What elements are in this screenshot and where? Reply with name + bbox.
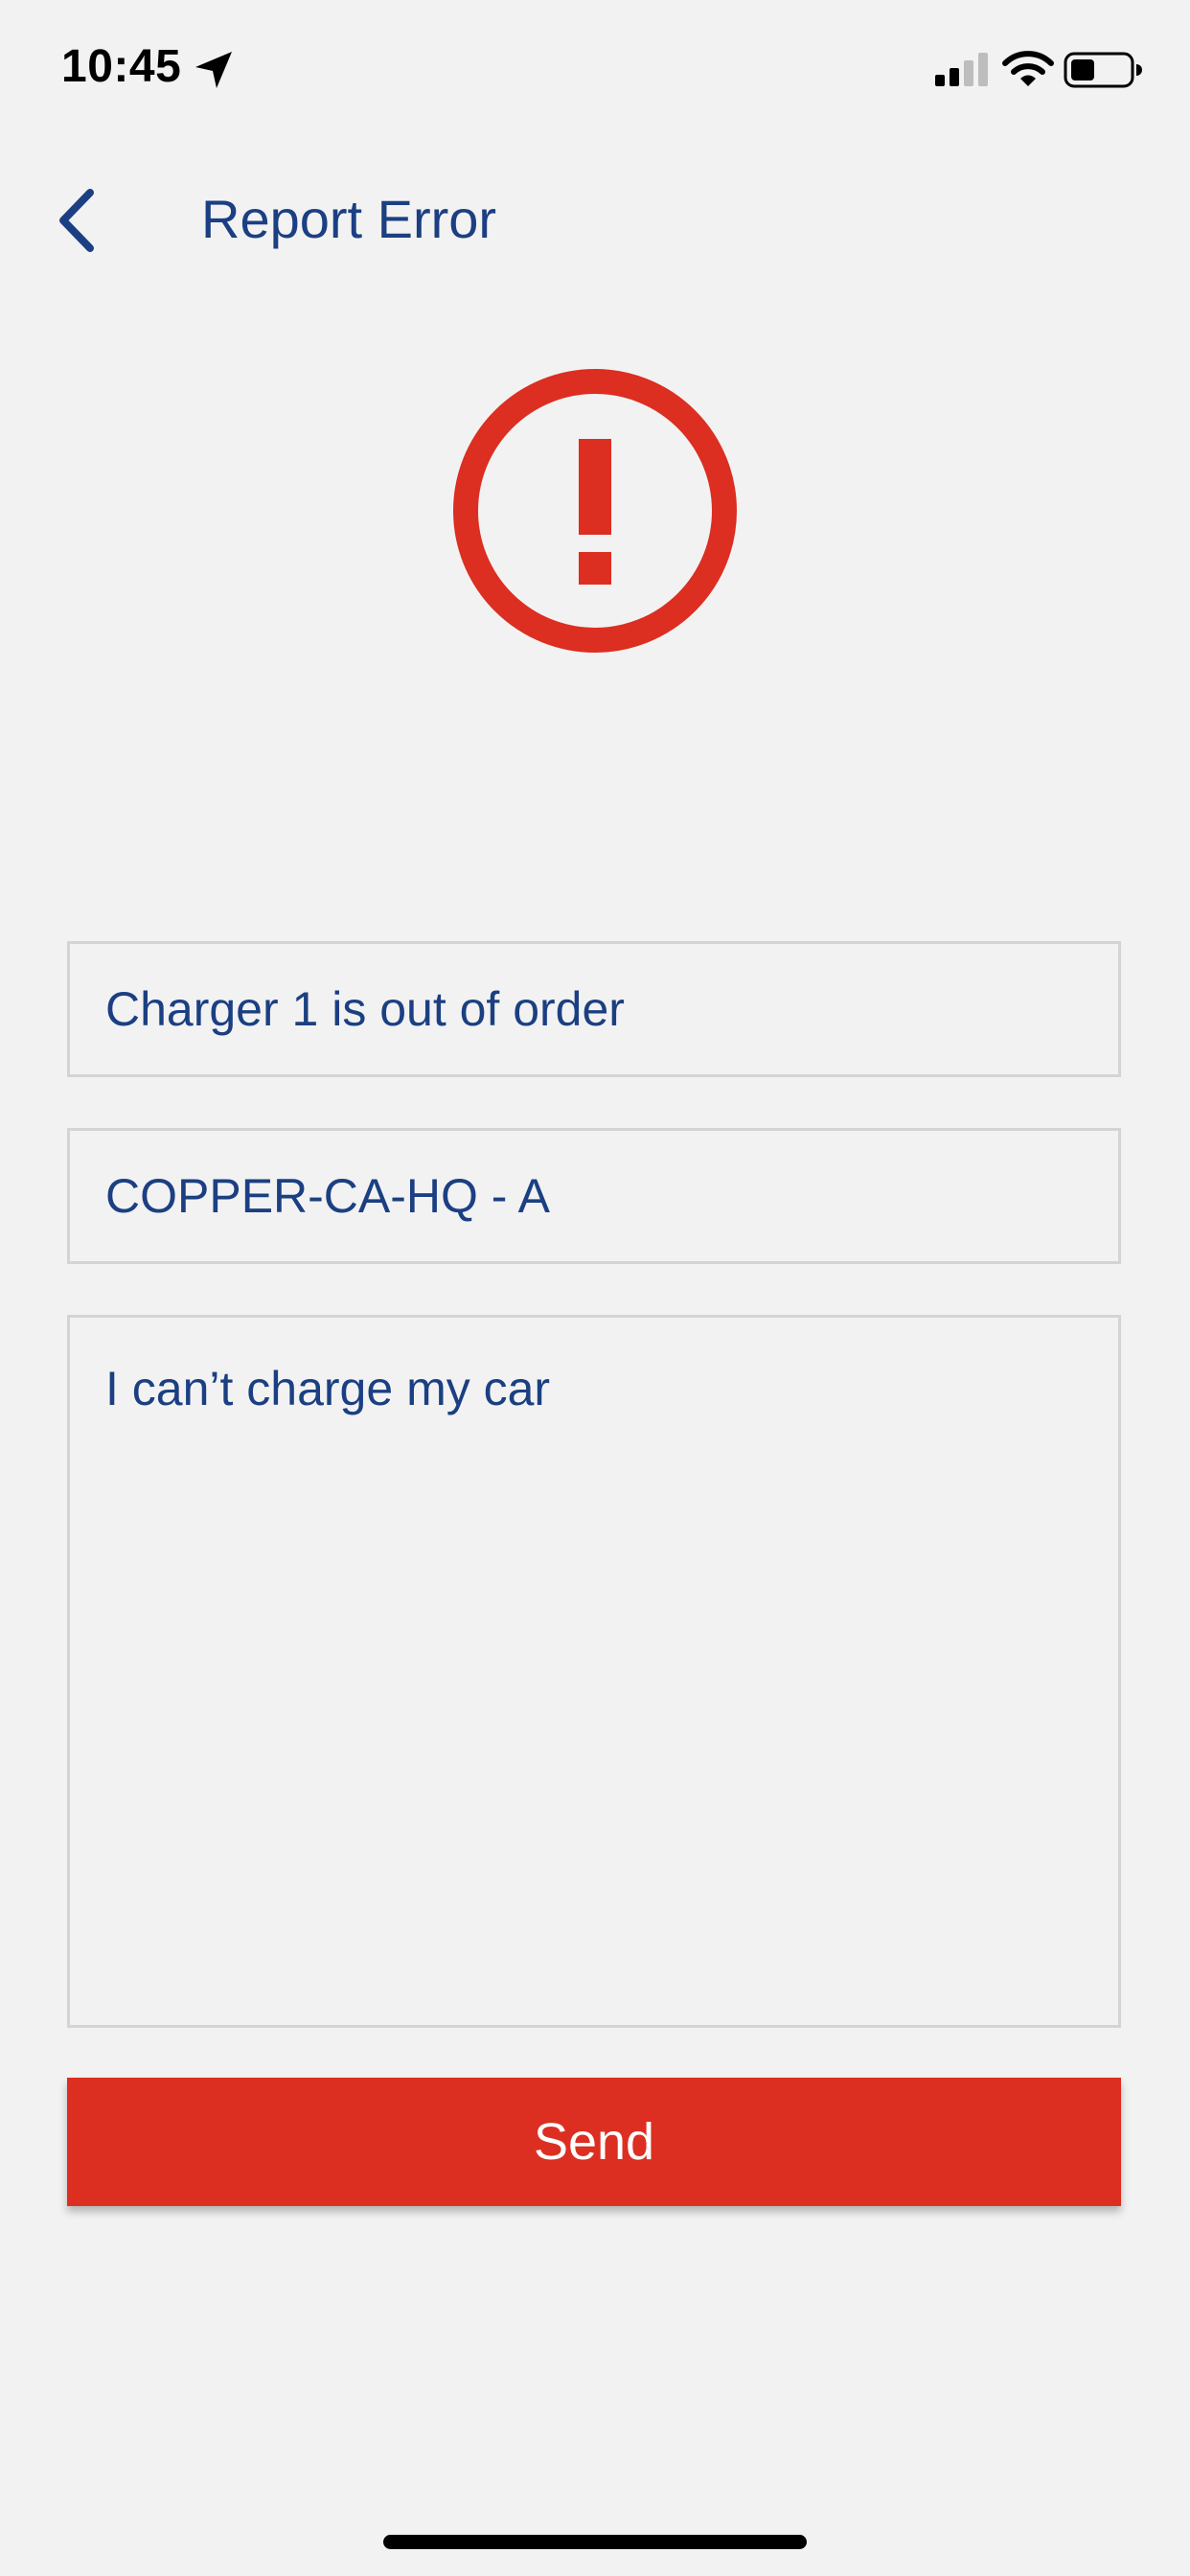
battery-icon bbox=[1064, 52, 1142, 88]
wifi-icon bbox=[1002, 51, 1054, 86]
chevron-left-icon bbox=[59, 189, 94, 252]
send-button[interactable]: Send bbox=[67, 2078, 1121, 2206]
status-time: 10:45 bbox=[61, 41, 182, 92]
status-bar: 10:45 bbox=[0, 0, 1190, 134]
nav-bar: Report Error bbox=[0, 163, 1190, 278]
message-textarea[interactable]: I can’t charge my car bbox=[67, 1315, 1121, 2028]
subject-field[interactable]: Charger 1 is out of order bbox=[67, 941, 1121, 1077]
page-title: Report Error bbox=[201, 189, 497, 249]
cellular-signal-icon bbox=[935, 53, 988, 86]
back-button[interactable] bbox=[38, 182, 115, 259]
home-indicator[interactable] bbox=[383, 2535, 807, 2549]
exclamation-circle-icon bbox=[453, 369, 737, 653]
location-field[interactable]: COPPER-CA-HQ - A bbox=[67, 1128, 1121, 1264]
location-arrow-icon bbox=[195, 52, 232, 88]
